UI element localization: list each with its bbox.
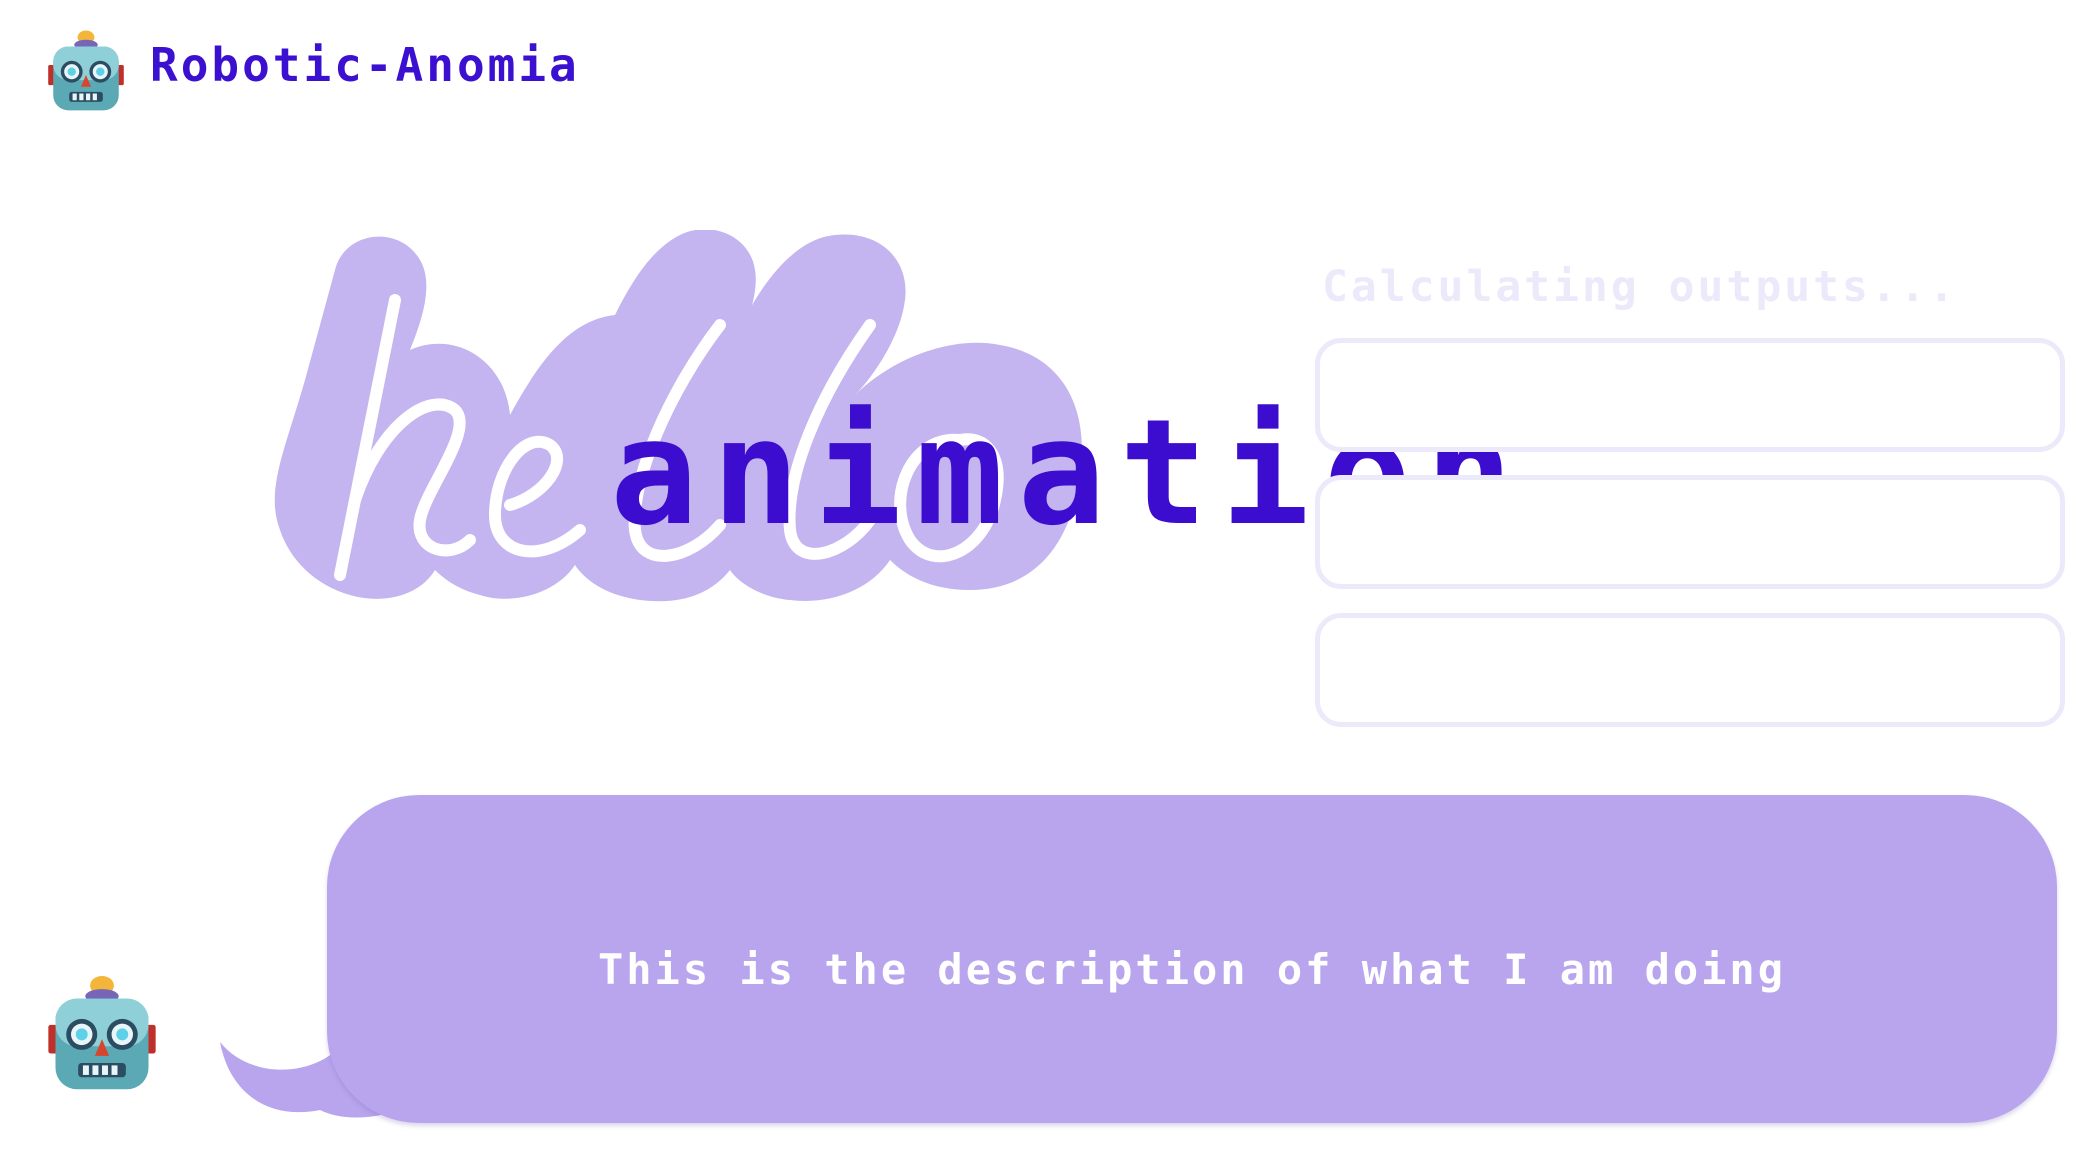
robot-logo-icon: [48, 30, 124, 111]
bubble-message: This is the description of what I am doi…: [597, 944, 1787, 994]
output-box-3: [1315, 613, 2065, 727]
output-box-2: [1315, 475, 2065, 589]
speech-bubble: This is the description of what I am doi…: [327, 795, 2057, 1123]
output-box-1: [1315, 338, 2065, 452]
robot-avatar-icon: [48, 975, 156, 1090]
calculating-status-label: Calculating outputs...: [1322, 262, 1958, 312]
app-title: Robotic-Anomia: [150, 38, 580, 92]
